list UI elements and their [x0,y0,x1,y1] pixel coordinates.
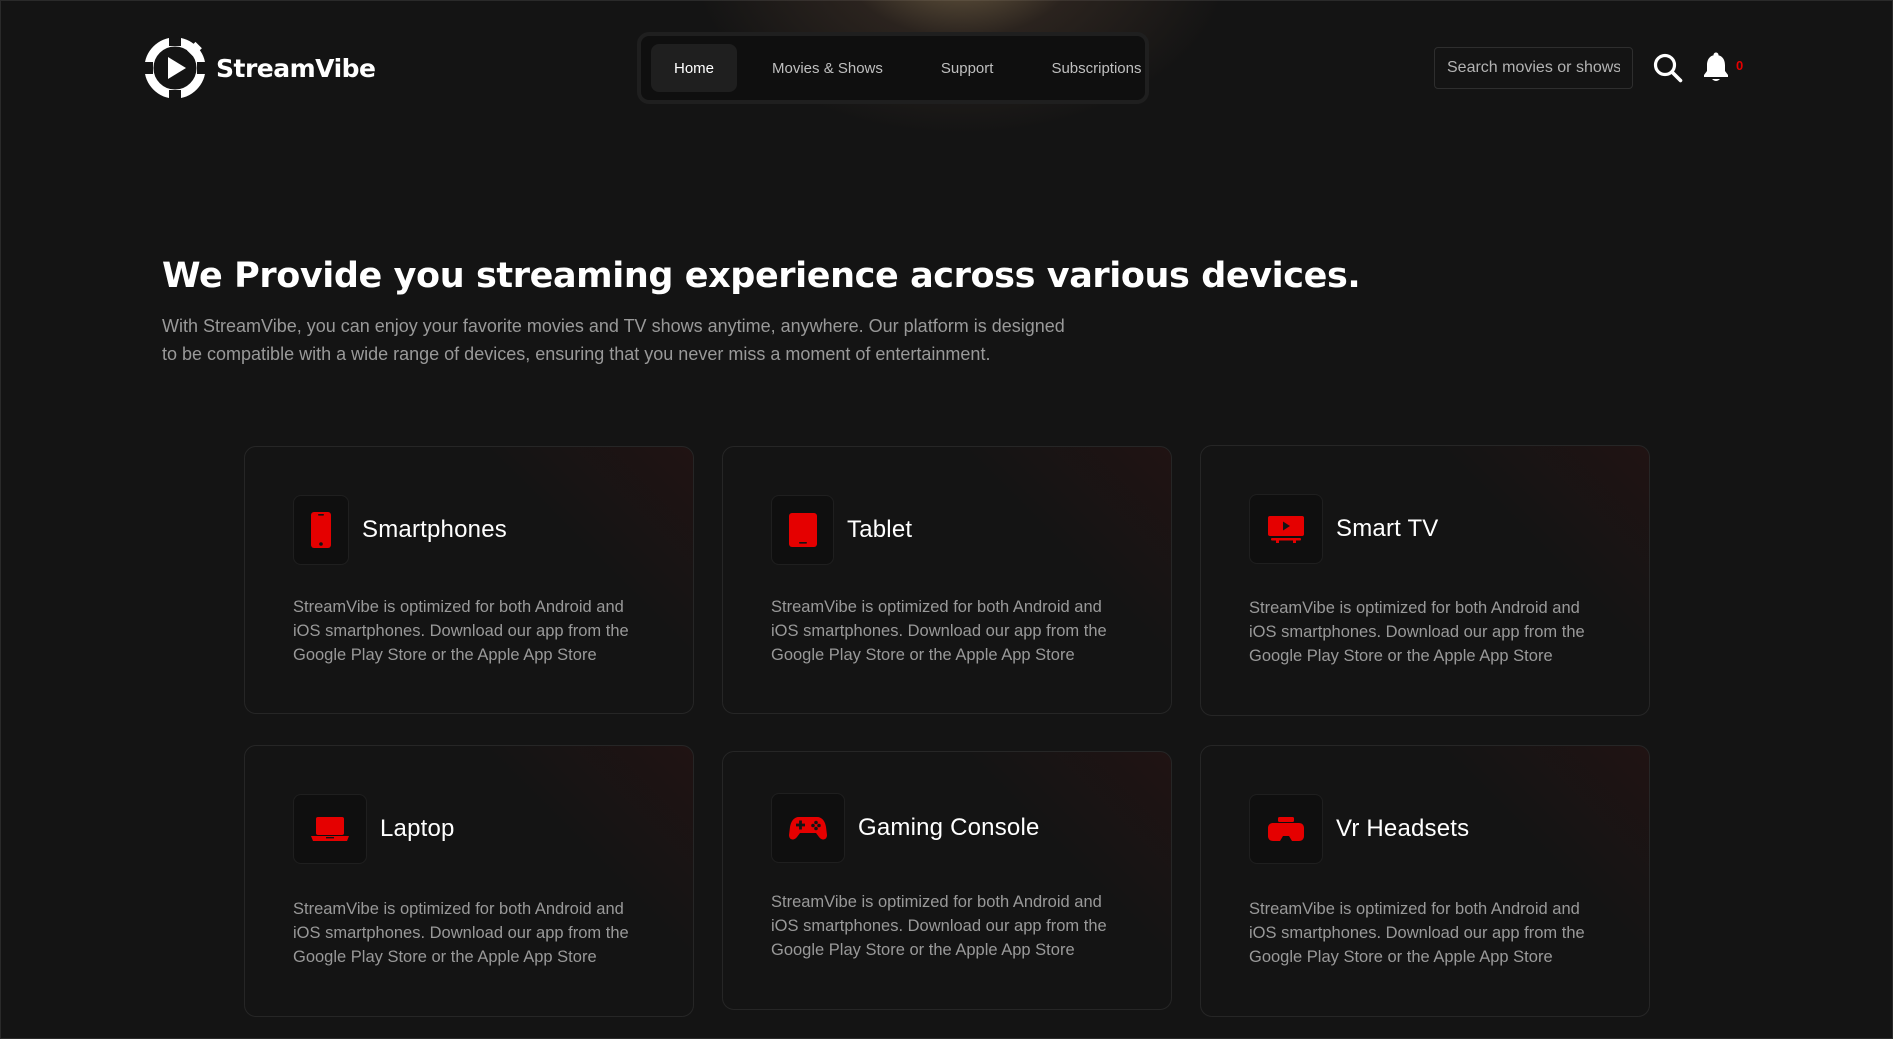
card-title: Tablet [847,516,913,543]
card-description: StreamVibe is optimized for both Android… [771,893,1107,959]
smartphone-icon [311,512,331,548]
notification-count: 0 [1736,58,1744,73]
logo-icon [144,37,206,99]
section-description: With StreamVibe, you can enjoy your favo… [162,316,1065,364]
card-title: Vr Headsets [1336,815,1470,842]
section-title: We Provide you streaming experience acro… [162,256,1361,296]
smart-tv-icon [1268,516,1304,543]
bell-icon[interactable] [1702,52,1730,83]
card-header: Gaming Console [771,793,1040,863]
logo-text: StreamVibe [216,53,376,83]
nav-home[interactable]: Home [651,44,738,92]
card-header: Laptop [293,794,455,864]
device-card-gaming-console: Gaming Console StreamVibe is optimized f… [722,751,1172,1010]
device-card-tablet: Tablet StreamVibe is optimized for both … [722,446,1172,714]
card-title: Smart TV [1336,515,1439,542]
laptop-icon [311,817,349,841]
card-description: StreamVibe is optimized for both Android… [293,598,629,664]
card-title: Smartphones [362,516,507,543]
device-card-smartphones: Smartphones StreamVibe is optimized for … [244,446,694,714]
nav-support[interactable]: Support [918,44,1017,92]
search-input[interactable] [1434,47,1633,89]
card-title: Laptop [380,815,455,842]
card-header: Smartphones [293,495,507,565]
card-description: StreamVibe is optimized for both Android… [771,598,1107,664]
nav-subscriptions[interactable]: Subscriptions [1028,44,1164,92]
icon-box [771,793,845,863]
card-description: StreamVibe is optimized for both Android… [1249,900,1585,966]
icon-box [1249,794,1323,864]
icon-box [293,495,349,565]
logo[interactable]: StreamVibe [144,37,376,99]
gamepad-icon [789,817,827,840]
search-icon[interactable] [1653,53,1683,83]
icon-box [1249,494,1323,564]
tablet-icon [788,513,817,547]
card-header: Smart TV [1249,494,1439,564]
card-description: StreamVibe is optimized for both Android… [1249,599,1585,665]
nav-movies-shows[interactable]: Movies & Shows [749,44,906,92]
main-nav: Home Movies & Shows Support Subscription… [637,32,1149,104]
site-header: StreamVibe Home Movies & Shows Support S… [1,0,1893,141]
card-header: Vr Headsets [1249,794,1469,864]
icon-box [293,794,367,864]
device-card-laptop: Laptop StreamVibe is optimized for both … [244,745,694,1017]
device-card-smart-tv: Smart TV StreamVibe is optimized for bot… [1200,445,1650,716]
card-header: Tablet [771,495,912,565]
card-description: StreamVibe is optimized for both Android… [293,900,629,966]
card-title: Gaming Console [858,814,1040,841]
icon-box [771,495,834,565]
device-card-vr-headsets: Vr Headsets StreamVibe is optimized for … [1200,745,1650,1017]
vr-headset-icon [1268,817,1304,841]
